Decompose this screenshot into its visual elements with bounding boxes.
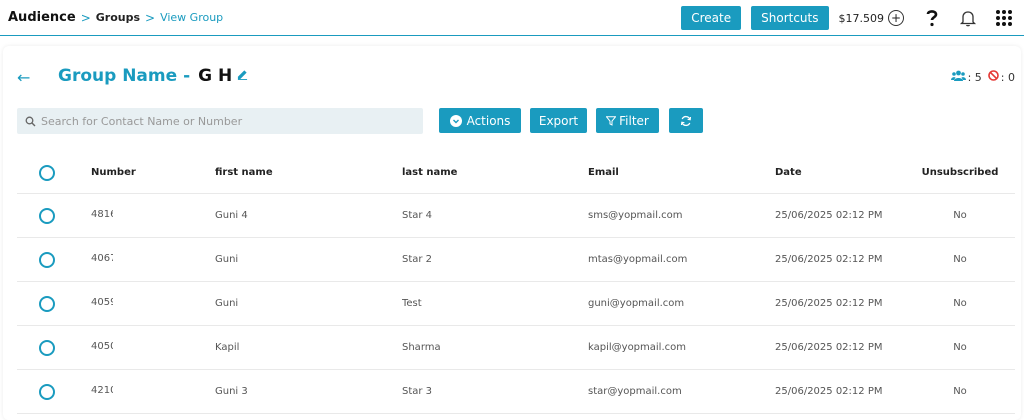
cell-last-name: Star 3 [402,386,433,397]
cell-email: mtas@yopmail.com [588,254,688,265]
cell-unsubscribed: No [953,342,967,353]
table-row[interactable]: 4050 Kapil Sharma kapil@yopmail.com 25/0… [17,326,1015,370]
members-count: : 5 [967,70,982,84]
page-title: Group Name - G H [58,66,248,86]
cell-first-name: Guni 4 [215,210,248,221]
create-button[interactable]: Create [681,6,742,30]
filter-label: Filter [619,113,649,128]
table-row[interactable]: 4210 Guni 3 Star 3 star@yopmail.com 25/0… [17,370,1015,414]
cell-email: sms@yopmail.com [588,210,683,221]
add-credits-icon[interactable]: + [888,10,904,26]
table-header: Number first name last name Email Date U… [17,152,1015,194]
header-unsubscribed[interactable]: Unsubscribed [915,167,1005,178]
cell-number: 4816 [91,208,113,220]
blocked-count: : 0 [1000,70,1015,84]
breadcrumb-groups[interactable]: Groups [96,11,140,24]
cell-number: 4050 [91,340,113,352]
row-select-radio[interactable] [39,251,55,268]
bell-icon[interactable] [954,4,982,32]
cell-last-name: Test [402,298,422,309]
refresh-button[interactable] [669,108,703,133]
header-number[interactable]: Number [91,167,215,178]
cell-number: 4210 [91,384,113,396]
header-first-name[interactable]: first name [215,167,402,178]
shortcuts-button[interactable]: Shortcuts [751,6,829,30]
cell-unsubscribed: No [953,254,967,265]
actions-label: Actions [466,113,511,128]
export-label: Export [538,113,579,128]
title-label: Group Name - [58,66,191,86]
cell-date: 25/06/2025 02:12 PM [775,342,883,353]
top-bar: Audience > Groups > View Group Create Sh… [0,0,1024,36]
header-date[interactable]: Date [775,167,915,178]
search-input[interactable] [41,114,411,128]
row-select-radio[interactable] [39,207,55,224]
edit-icon[interactable] [237,69,248,83]
back-arrow-icon[interactable]: ← [17,68,30,87]
cell-last-name: Sharma [402,342,441,353]
table-row[interactable]: 4059 Guni Test guni@yopmail.com 25/06/20… [17,282,1015,326]
cell-first-name: Guni [215,298,239,309]
chevron-right-icon: > [145,10,156,25]
group-name: G H [198,66,233,86]
cell-email: kapil@yopmail.com [588,342,686,353]
cell-unsubscribed: No [953,210,967,221]
credits-balance: $17.509 [838,11,885,25]
table-row[interactable]: 4067 Guni Star 2 mtas@yopmail.com 25/06/… [17,238,1015,282]
apps-grid-icon[interactable] [990,4,1018,32]
cell-unsubscribed: No [953,298,967,309]
cell-last-name: Star 4 [402,210,433,221]
cell-date: 25/06/2025 02:12 PM [775,298,883,309]
row-select-radio[interactable] [39,339,55,356]
cell-unsubscribed: No [953,386,967,397]
row-select-radio[interactable] [39,295,55,312]
cell-last-name: Star 2 [402,254,433,265]
blocked-icon [987,70,999,84]
users-icon [950,70,966,84]
cell-email: star@yopmail.com [588,386,682,397]
help-icon[interactable] [918,4,946,32]
cell-number: 4067 [91,252,113,264]
cell-date: 25/06/2025 02:12 PM [775,386,883,397]
row-select-radio[interactable] [39,383,55,400]
chevron-down-circle-icon [449,114,462,127]
export-button[interactable]: Export [530,108,587,133]
filter-button[interactable]: Filter [596,108,659,133]
breadcrumb-audience[interactable]: Audience [8,10,76,25]
cell-number: 4059 [91,296,113,308]
search-box [17,108,423,134]
filter-icon [606,115,617,126]
breadcrumb-current: View Group [160,11,224,24]
chevron-right-icon: > [80,10,91,25]
select-all-radio[interactable] [39,164,55,181]
search-icon [25,112,36,131]
group-counts: : 5 : 0 [950,70,1015,84]
table-row[interactable]: 4816 Guni 4 Star 4 sms@yopmail.com 25/06… [17,194,1015,238]
breadcrumb: Audience > Groups > View Group [8,10,223,25]
header-email[interactable]: Email [588,167,775,178]
header-last-name[interactable]: last name [402,167,588,178]
cell-email: guni@yopmail.com [588,298,685,309]
cell-date: 25/06/2025 02:12 PM [775,210,883,221]
refresh-icon [680,115,692,127]
cell-first-name: Guni [215,254,239,265]
cell-first-name: Kapil [215,342,240,353]
contacts-table: Number first name last name Email Date U… [17,152,1015,414]
group-card: ← Group Name - G H : 5 : 0 Actions Expor… [3,46,1021,420]
top-actions: Create Shortcuts $17.509 + [681,0,1024,36]
cell-first-name: Guni 3 [215,386,248,397]
cell-date: 25/06/2025 02:12 PM [775,254,883,265]
actions-button[interactable]: Actions [439,108,521,133]
